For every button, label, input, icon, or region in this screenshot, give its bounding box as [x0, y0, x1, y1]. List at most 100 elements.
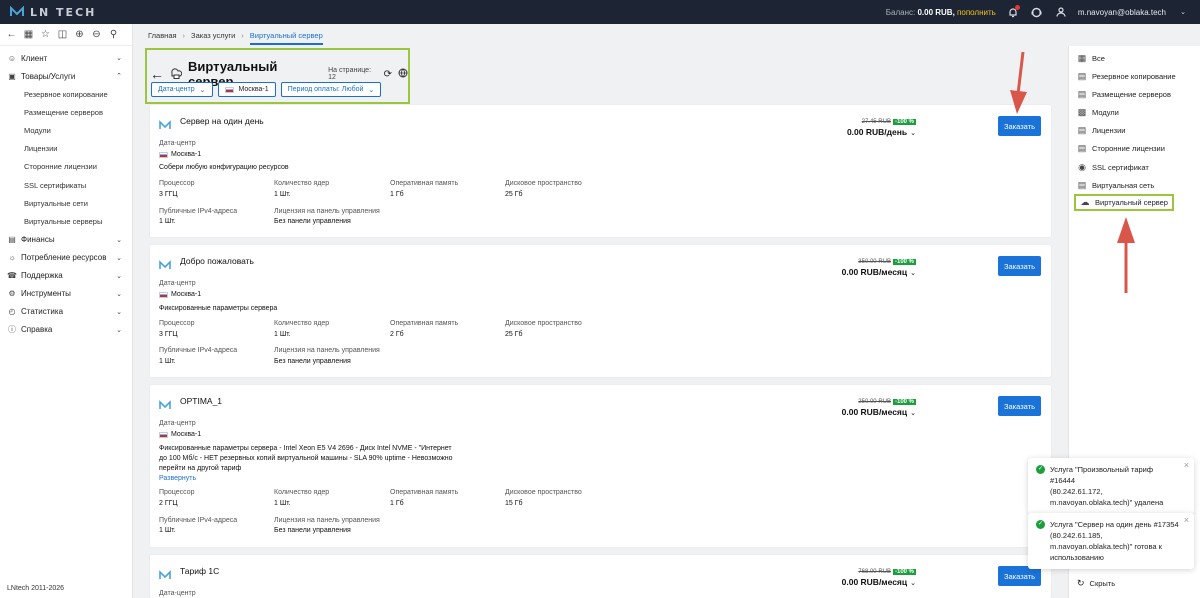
sidebar-item-statistics[interactable]: ◴ Статистика ⌄: [0, 303, 132, 321]
sidebar-item-help[interactable]: ⓘ Справка ⌄: [0, 321, 132, 339]
order-button[interactable]: Заказать: [998, 116, 1041, 136]
category-third-party-licenses[interactable]: ▤ Сторонние лицензии: [1077, 141, 1165, 155]
sidebar-subitem-virtual-servers[interactable]: Виртуальные серверы: [0, 212, 132, 230]
remove-icon[interactable]: ⊖: [91, 29, 102, 40]
old-price: 250.00 RUB: [858, 399, 891, 405]
close-icon[interactable]: ×: [1184, 460, 1189, 471]
sidebar-subitem-licenses[interactable]: Лицензии: [0, 140, 132, 158]
support-icon: ☎: [7, 271, 17, 280]
user-email[interactable]: m.navoyan@oblaka.tech: [1078, 8, 1166, 17]
sidebar-subitem-colocation[interactable]: Размещение серверов: [0, 103, 132, 121]
datacenter-filter[interactable]: Дата-центр ⌄: [151, 82, 213, 97]
back-icon[interactable]: ←: [6, 29, 17, 40]
add-icon[interactable]: ⊕: [74, 29, 85, 40]
breadcrumb-home[interactable]: Главная: [148, 31, 177, 40]
cores-label: Количество ядер: [274, 320, 330, 327]
sidebar-subitem-ssl[interactable]: SSL сертификаты: [0, 176, 132, 194]
chevron-down-icon: ⌄: [116, 254, 122, 262]
discount-badge: -100 %: [892, 569, 916, 575]
refresh-icon[interactable]: ⟳: [384, 69, 392, 80]
ipv4-label: Публичные IPv4-адреса: [159, 208, 238, 215]
ln-logo-icon: [159, 260, 171, 269]
category-licenses[interactable]: ▤ Лицензии: [1077, 123, 1126, 137]
notification-line: Услуга "Сервер на один день #17354: [1050, 520, 1179, 529]
notification-line: m.navoyan.oblaka.tech)" удалена: [1050, 498, 1164, 507]
bell-icon[interactable]: [1006, 5, 1020, 19]
user-icon[interactable]: [1054, 5, 1068, 19]
gear-icon: ⚙: [8, 289, 16, 298]
sidebar-item-finance[interactable]: ▤ Финансы ⌄: [0, 231, 132, 249]
hide-label: Скрыть: [1089, 579, 1116, 588]
sidebar-subitem-virtual-networks[interactable]: Виртуальные сети: [0, 194, 132, 212]
disk-label: Дисковое пространство: [505, 489, 582, 496]
star-icon[interactable]: ☆: [40, 29, 51, 40]
logo-icon: [10, 6, 24, 16]
expand-link[interactable]: Развернуть: [159, 475, 196, 482]
order-button[interactable]: Заказать: [998, 396, 1041, 416]
category-ssl[interactable]: ◉ SSL сертификат: [1077, 160, 1149, 174]
tariff-card: Сервер на один день 27.45 RUB -100 % 0.00…: [150, 105, 1051, 237]
price-block: 250.00 RUB -100 % 0.00 RUB/месяц ⌄: [842, 396, 916, 417]
sidebar-subitem-modules[interactable]: Модули: [0, 121, 132, 139]
check-circle-icon: ✓: [1036, 520, 1045, 529]
cpu-value: 3 ГГЦ: [159, 191, 178, 198]
chevron-down-icon[interactable]: ⌄: [1176, 5, 1190, 19]
price-dropdown[interactable]: 0.00 RUB/месяц ⌄: [842, 267, 916, 277]
left-sidebar: ← ▦ ☆ ◫ ⊕ ⊖ ⚲ ☺ Клиент ⌄ ▣ Товары/Услуги…: [0, 24, 133, 598]
price-dropdown[interactable]: 0.00 RUB/день ⌄: [847, 127, 916, 137]
ssl-icon: ◉: [1078, 161, 1086, 172]
logo[interactable]: LN TECH: [10, 6, 96, 19]
sidebar-item-consumption[interactable]: ☼ Потребление ресурсов ⌄: [0, 249, 132, 267]
support-icon[interactable]: [1030, 5, 1044, 19]
breadcrumb-current[interactable]: Виртуальный сервер: [249, 31, 323, 45]
breadcrumb-separator: ›: [241, 30, 244, 40]
trash-icon[interactable]: ◫: [57, 29, 68, 40]
russia-flag-icon: [159, 291, 168, 298]
sidebar-item-label: Справка: [21, 325, 53, 334]
cpu-label: Процессор: [159, 180, 195, 187]
per-page-label[interactable]: На странице: 12: [328, 67, 378, 81]
close-icon[interactable]: ×: [1184, 515, 1189, 526]
back-arrow-icon[interactable]: ←: [150, 66, 164, 82]
panel-license-label: Лицензия на панель управления: [274, 517, 380, 524]
sidebar-item-label: Потребление ресурсов: [21, 253, 107, 262]
payment-period-filter[interactable]: Период оплаты: Любой ⌄: [280, 82, 382, 97]
category-virtual-network[interactable]: ▤ Виртуальная сеть: [1077, 178, 1155, 192]
category-virtual-server[interactable]: ☁ Виртуальный сервер: [1074, 194, 1174, 211]
order-button[interactable]: Заказать: [998, 256, 1041, 276]
location-filter-tag[interactable]: Москва-1: [217, 82, 276, 97]
price-dropdown[interactable]: 0.00 RUB/месяц ⌄: [842, 577, 916, 587]
ram-value: 2 Гб: [390, 331, 404, 338]
category-modules[interactable]: ▩ Модули: [1077, 105, 1119, 119]
order-button[interactable]: Заказать: [998, 566, 1041, 586]
old-price: 350.00 RUB: [858, 259, 891, 265]
sidebar-item-support[interactable]: ☎ Поддержка ⌄: [0, 267, 132, 285]
globe-icon: ☼: [8, 253, 16, 262]
ipv4-value: 1 Шт.: [159, 358, 176, 365]
globe-icon[interactable]: [398, 68, 408, 80]
chevron-down-icon: ⌄: [910, 580, 916, 587]
sidebar-item-client[interactable]: ☺ Клиент ⌄: [0, 49, 132, 67]
sidebar-item-tools[interactable]: ⚙ Инструменты ⌄: [0, 285, 132, 303]
panel-license-label: Лицензия на панель управления: [274, 347, 380, 354]
category-colocation[interactable]: ▤ Размещение серверов: [1077, 87, 1171, 101]
sidebar-subitem-backup[interactable]: Резервное копирование: [0, 85, 132, 103]
sidebar-item-products[interactable]: ▣ Товары/Услуги ⌃: [0, 67, 132, 85]
chevron-down-icon: ⌄: [368, 86, 375, 94]
price-dropdown[interactable]: 0.00 RUB/месяц ⌄: [842, 407, 916, 417]
hide-panel-button[interactable]: ↻ Скрыть: [1077, 578, 1115, 589]
page-header: ← Виртуальный сервер На странице: 12 ⟳ Д…: [145, 48, 410, 104]
tree-icon[interactable]: ▦: [23, 29, 34, 40]
user-icon: ☺: [7, 53, 17, 63]
tariff-description: Фиксированные параметры сервера: [159, 305, 278, 312]
tariff-name: OPTIMA_1: [180, 396, 223, 406]
chevron-down-icon: ⌄: [116, 326, 122, 334]
breadcrumb-order[interactable]: Заказ услуги: [191, 31, 235, 40]
sidebar-subitem-third-party-licenses[interactable]: Сторонние лицензии: [0, 158, 132, 176]
category-all[interactable]: ▦ Все: [1077, 51, 1105, 65]
tariff-description-line: до 100 Мб/с - НЕТ резервных копий виртуа…: [159, 455, 453, 462]
topup-link[interactable]: пополнить: [957, 8, 996, 17]
search-icon[interactable]: ⚲: [108, 29, 119, 40]
category-backup[interactable]: ▤ Резервное копирование: [1077, 69, 1176, 83]
help-icon: ⓘ: [8, 325, 16, 334]
